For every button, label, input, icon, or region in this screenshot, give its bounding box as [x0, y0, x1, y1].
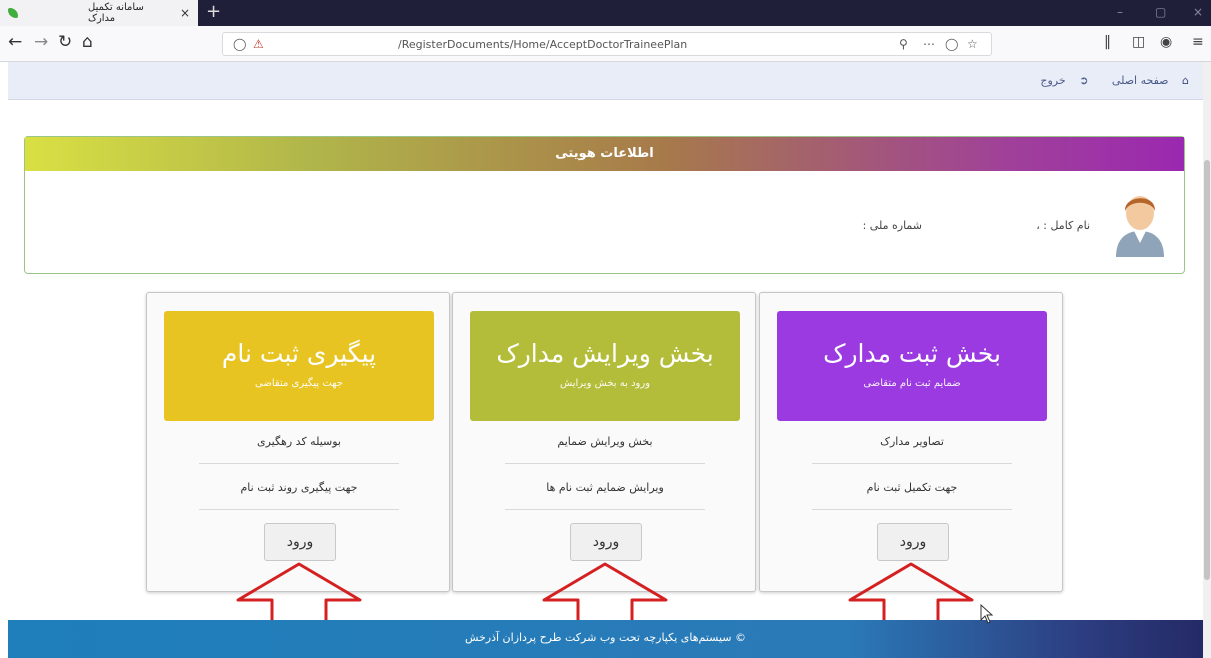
logout-link-label: خروج: [1040, 74, 1066, 87]
back-arrow-icon[interactable]: ←: [8, 32, 22, 52]
tab-title: سامانه تکمیل مدارک: [88, 2, 144, 24]
card-header: پیگیری ثبت نام جهت پیگیری متقاضی: [164, 311, 434, 421]
card-line-2: جهت تکمیل ثبت نام: [866, 481, 958, 494]
card-line-1: بوسیله کد رهگیری: [256, 435, 341, 448]
logout-link[interactable]: ➲ خروج: [1030, 74, 1088, 87]
bookmark-star-icon[interactable]: ☆: [967, 37, 978, 51]
home-link-label: صفحه اصلی: [1111, 74, 1169, 87]
card-title: پیگیری ثبت نام: [221, 339, 377, 368]
card-divider: [505, 463, 705, 464]
page-footer: © سیستم‌های یکپارچه تحت وب شرکت طرح پردا…: [8, 620, 1203, 658]
full-name-label: نام کامل : ،: [1036, 219, 1090, 232]
card-subtitle: ضمایم ثبت نام متقاضی: [863, 378, 961, 389]
window-close-button[interactable]: ×: [1193, 5, 1203, 19]
forward-arrow-icon[interactable]: →: [34, 32, 48, 52]
card-line-2: ویرایش ضمایم ثبت نام ها: [546, 481, 664, 494]
card-line-2: جهت پیگیری روند ثبت نام: [240, 481, 358, 494]
browser-tab[interactable]: سامانه تکمیل مدارک ×: [0, 0, 198, 26]
menu-icon[interactable]: ≡: [1192, 34, 1204, 50]
identity-panel-title: اطلاعات هویتی: [25, 137, 1184, 171]
header-links: ⌂ صفحه اصلی ➲ خروج: [1020, 74, 1189, 87]
sidebar-icon[interactable]: ◫: [1132, 34, 1145, 50]
tab-close-icon[interactable]: ×: [180, 6, 190, 20]
house-icon: ⌂: [1182, 74, 1189, 87]
account-icon[interactable]: ◉: [1160, 34, 1172, 50]
url-text[interactable]: /RegisterDocuments/Home/AcceptDoctorTrai…: [398, 38, 687, 51]
card-subtitle: جهت پیگیری متقاضی: [255, 378, 343, 389]
maximize-button[interactable]: ▢: [1155, 5, 1166, 19]
insecure-lock-icon[interactable]: ⚠: [253, 37, 264, 51]
enter-followup-button[interactable]: ورود: [264, 523, 336, 561]
enter-register-button[interactable]: ورود: [877, 523, 949, 561]
page-header: ⌂ صفحه اصلی ➲ خروج: [8, 62, 1203, 100]
card-divider: [199, 463, 399, 464]
card-divider: [812, 509, 1012, 510]
national-id-label: شماره ملی :: [862, 219, 922, 232]
browser-navbar: ← → ↻ ⌂ ◯ ⚠ /RegisterDocuments/Home/Acce…: [0, 26, 1211, 62]
site-favicon-icon: [8, 8, 18, 18]
shield-icon[interactable]: ◯: [233, 37, 246, 51]
pocket-icon[interactable]: ◯: [945, 37, 958, 51]
search-icon[interactable]: ⚲: [899, 37, 908, 51]
card-divider: [812, 463, 1012, 464]
enter-edit-button[interactable]: ورود: [570, 523, 642, 561]
scrollbar-thumb[interactable]: [1204, 160, 1210, 580]
card-edit-documents: بخش ویرایش مدارک ورود به بخش ویرایش بخش …: [452, 292, 756, 592]
card-title: بخش ویرایش مدارک: [496, 339, 714, 368]
reload-icon[interactable]: ↻: [58, 32, 72, 52]
home-link[interactable]: ⌂ صفحه اصلی: [1102, 74, 1189, 87]
new-tab-button[interactable]: +: [206, 2, 221, 22]
card-subtitle: ورود به بخش ویرایش: [559, 378, 651, 389]
identity-panel: اطلاعات هویتی نام کامل : ، شماره ملی :: [24, 136, 1185, 274]
more-actions-icon[interactable]: ⋯: [923, 37, 935, 51]
card-line-1: بخش ویرایش ضمایم: [557, 435, 653, 448]
card-title: بخش ثبت مدارک: [823, 339, 1001, 368]
card-header: بخش ویرایش مدارک ورود به بخش ویرایش: [470, 311, 740, 421]
browser-titlebar: سامانه تکمیل مدارک × + – ▢ ×: [0, 0, 1211, 26]
card-header: بخش ثبت مدارک ضمایم ثبت نام متقاضی: [777, 311, 1047, 421]
card-divider: [505, 509, 705, 510]
card-register-documents: بخش ثبت مدارک ضمایم ثبت نام متقاضی تصاوی…: [759, 292, 1063, 592]
card-divider: [199, 509, 399, 510]
user-avatar-icon: [1116, 196, 1164, 257]
home-icon[interactable]: ⌂: [82, 32, 93, 52]
card-registration-followup: پیگیری ثبت نام جهت پیگیری متقاضی بوسیله …: [146, 292, 450, 592]
mouse-cursor-icon: [980, 604, 994, 624]
minimize-button[interactable]: –: [1117, 5, 1123, 19]
logout-icon: ➲: [1079, 74, 1089, 87]
card-line-1: تصاویر مدارک: [880, 435, 944, 448]
url-bar[interactable]: ◯ ⚠ /RegisterDocuments/Home/AcceptDoctor…: [222, 32, 992, 56]
library-icon[interactable]: ‖: [1104, 34, 1111, 50]
